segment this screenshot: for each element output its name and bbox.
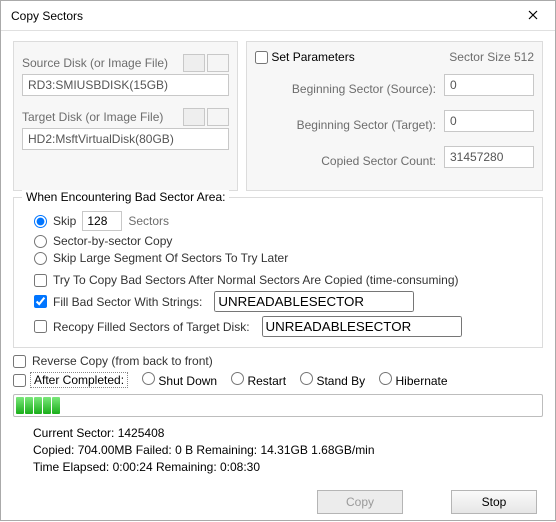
reverse-label: Reverse Copy (from back to front) (32, 354, 213, 368)
progress-bar (13, 394, 543, 417)
stop-button[interactable]: Stop (451, 490, 537, 514)
current-sector-value: 1425408 (118, 426, 165, 440)
hibernate-option[interactable]: Hibernate (379, 372, 447, 388)
try-bad-label: Try To Copy Bad Sectors After Normal Sec… (53, 273, 459, 287)
bad-sector-group: When Encountering Bad Sector Area: Skip … (13, 197, 543, 348)
sbs-label: Sector-by-sector Copy (53, 234, 172, 248)
fill-input[interactable] (214, 291, 414, 312)
standby-radio[interactable] (300, 372, 313, 385)
shutdown-radio[interactable] (142, 372, 155, 385)
progress-segment (52, 397, 60, 414)
standby-option[interactable]: Stand By (300, 372, 365, 388)
open-target-disk-button[interactable] (183, 108, 205, 126)
target-disk-input[interactable] (22, 128, 229, 150)
set-params-checkbox[interactable] (255, 51, 268, 64)
bad-sector-legend: When Encountering Bad Sector Area: (22, 190, 229, 204)
file-icon (208, 109, 228, 125)
close-icon (528, 10, 538, 20)
open-source-disk-button[interactable] (183, 54, 205, 72)
close-button[interactable] (510, 1, 555, 31)
copy-button[interactable]: Copy (317, 490, 403, 514)
begin-src-label: Beginning Sector (Source): (255, 82, 436, 96)
count-label: Copied Sector Count: (255, 154, 436, 168)
progress-segment (16, 397, 24, 414)
skip-radio[interactable] (34, 215, 47, 228)
after-checkbox[interactable] (13, 374, 26, 387)
target-disk-label: Target Disk (or Image File) (22, 110, 163, 124)
skip-count-input[interactable] (82, 211, 122, 231)
progress-segment (43, 397, 51, 414)
copy-sectors-window: Copy Sectors Source Disk (or Image File)… (0, 0, 556, 521)
disk-icon (184, 55, 204, 71)
set-params-label: Set Parameters (271, 50, 354, 64)
shutdown-label: Shut Down (158, 374, 217, 388)
restart-radio[interactable] (231, 372, 244, 385)
file-icon (208, 55, 228, 71)
fill-checkbox[interactable] (34, 295, 47, 308)
time-line: Time Elapsed: 0:00:24 Remaining: 0:08:30 (33, 459, 543, 476)
begin-src-input[interactable] (444, 74, 534, 96)
recopy-input[interactable] (262, 316, 462, 337)
open-target-file-button[interactable] (207, 108, 229, 126)
skip-unit-label: Sectors (128, 214, 169, 228)
shutdown-option[interactable]: Shut Down (142, 372, 217, 388)
begin-tgt-label: Beginning Sector (Target): (255, 118, 436, 132)
open-source-file-button[interactable] (207, 54, 229, 72)
source-disk-input[interactable] (22, 74, 229, 96)
params-panel: Set Parameters Sector Size 512 Beginning… (246, 41, 543, 191)
restart-option[interactable]: Restart (231, 372, 286, 388)
disk-panel: Source Disk (or Image File) Target Disk … (13, 41, 238, 191)
current-sector-label: Current Sector: (33, 426, 118, 440)
standby-label: Stand By (316, 374, 365, 388)
reverse-checkbox[interactable] (13, 355, 26, 368)
recopy-checkbox[interactable] (34, 320, 47, 333)
skip-label: Skip (53, 214, 76, 228)
hibernate-radio[interactable] (379, 372, 392, 385)
stats-block: Current Sector: 1425408 Copied: 704.00MB… (33, 425, 543, 475)
large-skip-label: Skip Large Segment Of Sectors To Try Lat… (53, 251, 288, 265)
begin-tgt-input[interactable] (444, 110, 534, 132)
copied-line: Copied: 704.00MB Failed: 0 B Remaining: … (33, 442, 543, 459)
progress-segment (34, 397, 42, 414)
progress-segment (25, 397, 33, 414)
source-disk-label: Source Disk (or Image File) (22, 56, 168, 70)
titlebar: Copy Sectors (1, 1, 555, 31)
disk-icon (184, 109, 204, 125)
count-input[interactable] (444, 146, 534, 168)
after-completed-option[interactable]: After Completed: (13, 372, 128, 388)
restart-label: Restart (247, 374, 286, 388)
hibernate-label: Hibernate (396, 374, 448, 388)
try-bad-checkbox[interactable] (34, 274, 47, 287)
fill-label: Fill Bad Sector With Strings: (53, 295, 202, 309)
recopy-label: Recopy Filled Sectors of Target Disk: (53, 320, 250, 334)
window-title: Copy Sectors (11, 9, 83, 23)
sbs-radio[interactable] (34, 235, 47, 248)
set-params-option[interactable]: Set Parameters (255, 50, 355, 64)
large-skip-radio[interactable] (34, 252, 47, 265)
sector-size-label: Sector Size 512 (449, 50, 534, 64)
after-label: After Completed: (30, 372, 128, 388)
